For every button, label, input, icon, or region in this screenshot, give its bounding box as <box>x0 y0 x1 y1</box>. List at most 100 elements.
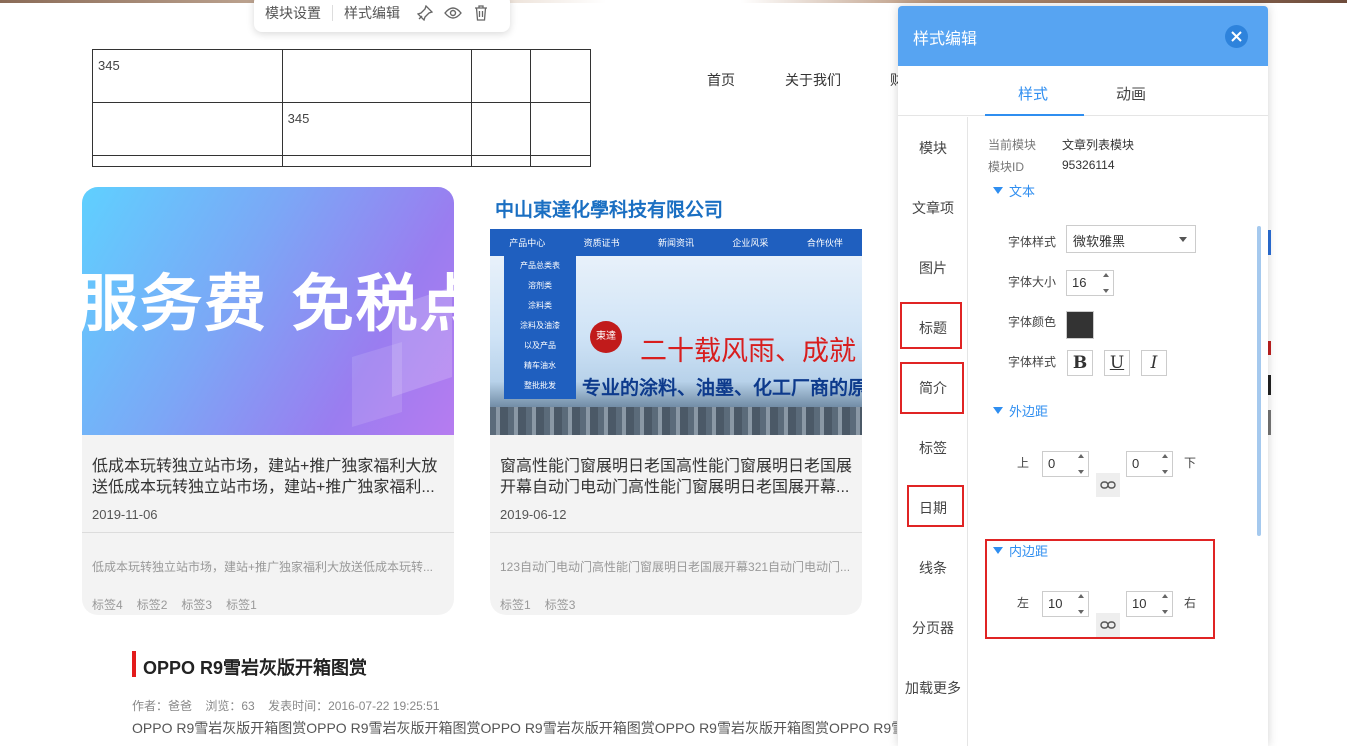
font-family-select[interactable]: 微软雅黑 <box>1066 225 1196 253</box>
margin-top-value: 0 <box>1048 456 1056 471</box>
table-cell[interactable]: 345 <box>92 49 283 103</box>
italic-button[interactable]: I <box>1141 350 1167 376</box>
collapse-caret-icon <box>993 407 1003 414</box>
image-nav-text: 企业风采 <box>732 238 769 248</box>
image-dropdown-text: 精车油水 <box>524 361 556 370</box>
link-icon[interactable] <box>1096 473 1120 497</box>
card-image[interactable]: 服务费 免税点 <box>82 187 454 435</box>
article-published: 发表时间：2016-07-22 19:25:51 <box>268 699 440 713</box>
card-title[interactable]: 低成本玩转独立站市场，建站+推广独家福利大放送低成本玩转独立站市场，建站+推广独… <box>92 456 444 498</box>
content-table: 345 345 <box>92 49 591 167</box>
style-edit-button[interactable]: 样式编辑 <box>333 3 411 23</box>
article-title-bar <box>132 651 136 677</box>
card-divider <box>490 532 862 533</box>
image-subtitle: 专业的涂料、油墨、化工厂商的原 <box>582 378 862 399</box>
stepper-icon[interactable] <box>1101 273 1111 293</box>
image-nav-text: 合作伙伴 <box>806 238 843 248</box>
pin-icon[interactable] <box>411 5 439 21</box>
table-cell[interactable] <box>471 155 532 167</box>
font-family-value: 微软雅黑 <box>1073 234 1126 249</box>
active-tab-indicator <box>985 114 1084 116</box>
table-row: 345 <box>92 49 591 103</box>
image-dropdown-text: 以及产品 <box>524 341 556 350</box>
current-module-value: 文章列表模块 <box>1062 138 1135 152</box>
card-image[interactable]: 产品中心 资质证书 新闻资讯 企业风采 合作伙伴 产品总类表 溶剂类 涂料类 涂… <box>490 229 862 435</box>
panel-content: 当前模块 文章列表模块 模块ID 95326114 文本 字体样式 微软雅黑 字… <box>969 117 1268 746</box>
highlight-box <box>985 539 1215 639</box>
card-summary: 低成本玩转独立站市场，建站+推广独家福利大放送低成本玩转... <box>92 560 434 574</box>
image-nav-text: 资质证书 <box>583 238 620 248</box>
font-style-label: 字体样式 <box>1008 355 1057 369</box>
panel-title: 样式编辑 <box>913 31 978 48</box>
table-cell[interactable] <box>281 155 473 167</box>
stepper-icon[interactable] <box>1160 454 1170 474</box>
article-card[interactable]: 服务费 免税点 低成本玩转独立站市场，建站+推广独家福利大放送低成本玩转独立站市… <box>82 187 454 615</box>
article-title[interactable]: OPPO R9雪岩灰版开箱图赏 <box>143 654 367 680</box>
table-cell[interactable] <box>92 102 283 156</box>
table-cell[interactable] <box>471 102 532 156</box>
nav-item-about[interactable]: 关于我们 <box>785 70 841 90</box>
table-cell[interactable]: 345 <box>281 102 473 156</box>
table-row <box>92 155 591 167</box>
card-image-decoration <box>352 287 452 427</box>
margin-bottom-input[interactable]: 0 <box>1126 451 1173 477</box>
sidebar-item-article[interactable]: 文章项 <box>898 198 968 218</box>
table-cell[interactable] <box>92 155 283 167</box>
article-author: 作者：爸爸 <box>132 699 193 713</box>
tag[interactable]: 标签1 <box>226 596 257 613</box>
table-cell[interactable] <box>530 102 591 156</box>
image-dropdown-text: 整批批发 <box>524 381 556 390</box>
close-icon[interactable] <box>1225 25 1248 48</box>
table-cell[interactable] <box>530 49 591 103</box>
sidebar-item-load-more[interactable]: 加载更多 <box>898 678 968 698</box>
margin-bottom-label: 下 <box>1184 456 1197 470</box>
article-meta: 作者：爸爸 浏览：63 发表时间：2016-07-22 19:25:51 <box>132 697 450 714</box>
card-divider <box>82 532 454 533</box>
tag[interactable]: 标签2 <box>137 596 168 613</box>
sidebar-item-line[interactable]: 线条 <box>898 558 968 578</box>
panel-header: 样式编辑 <box>898 6 1268 66</box>
underline-button[interactable]: U <box>1104 350 1130 376</box>
table-cell[interactable] <box>281 49 473 103</box>
sidebar-item-module[interactable]: 模块 <box>898 138 968 158</box>
card-tags: 标签4 标签2 标签3 标签1 <box>92 596 257 613</box>
module-toolbar: 模块设置 样式编辑 <box>254 0 510 32</box>
trash-icon[interactable] <box>467 5 495 21</box>
sidebar-item-image[interactable]: 图片 <box>898 258 968 278</box>
panel-scrollbar[interactable] <box>1257 226 1261 536</box>
tab-style[interactable]: 样式 <box>1018 83 1048 104</box>
font-size-input[interactable]: 16 <box>1066 270 1114 296</box>
highlight-box <box>900 302 962 349</box>
image-buildings <box>490 407 862 435</box>
stepper-icon[interactable] <box>1076 454 1086 474</box>
eye-icon[interactable] <box>439 6 467 20</box>
table-cell[interactable] <box>471 49 532 103</box>
bold-button[interactable]: B <box>1067 350 1093 376</box>
sidebar-item-tag[interactable]: 标签 <box>898 438 968 458</box>
sidebar-item-pager[interactable]: 分页器 <box>898 618 968 638</box>
module-id-label: 模块ID <box>988 160 1025 174</box>
tag[interactable]: 标签4 <box>92 596 123 613</box>
card-title[interactable]: 窗高性能门窗展明日老国高性能门窗展明日老国展开幕自动门电动门高性能门窗展明日老国… <box>500 456 852 498</box>
section-margin-header[interactable]: 外边距 <box>993 401 1048 420</box>
section-text-header[interactable]: 文本 <box>993 181 1035 200</box>
module-settings-button[interactable]: 模块设置 <box>254 3 332 23</box>
page-image-fragment <box>1268 375 1271 395</box>
nav-item-home[interactable]: 首页 <box>707 70 735 90</box>
tag[interactable]: 标签3 <box>181 596 212 613</box>
tab-animation[interactable]: 动画 <box>1116 83 1146 104</box>
font-size-value: 16 <box>1072 275 1087 290</box>
table-cell[interactable] <box>530 155 591 167</box>
current-module-label: 当前模块 <box>988 138 1037 152</box>
image-nav-text: 新闻资讯 <box>658 238 695 248</box>
font-color-swatch[interactable] <box>1066 311 1094 339</box>
tag[interactable]: 标签3 <box>545 596 576 613</box>
highlight-box <box>900 362 964 414</box>
card-summary: 123自动门电动门高性能门窗展明日老国展开幕321自动门电动门... <box>500 560 851 574</box>
margin-top-label: 上 <box>1017 456 1030 470</box>
tag[interactable]: 标签1 <box>500 596 531 613</box>
image-logo: 東達 <box>590 321 622 353</box>
image-slogan: 二十载风雨、成就 <box>640 336 856 367</box>
margin-top-input[interactable]: 0 <box>1042 451 1089 477</box>
image-nav-bar: 产品中心 资质证书 新闻资讯 企业风采 合作伙伴 <box>490 229 862 256</box>
